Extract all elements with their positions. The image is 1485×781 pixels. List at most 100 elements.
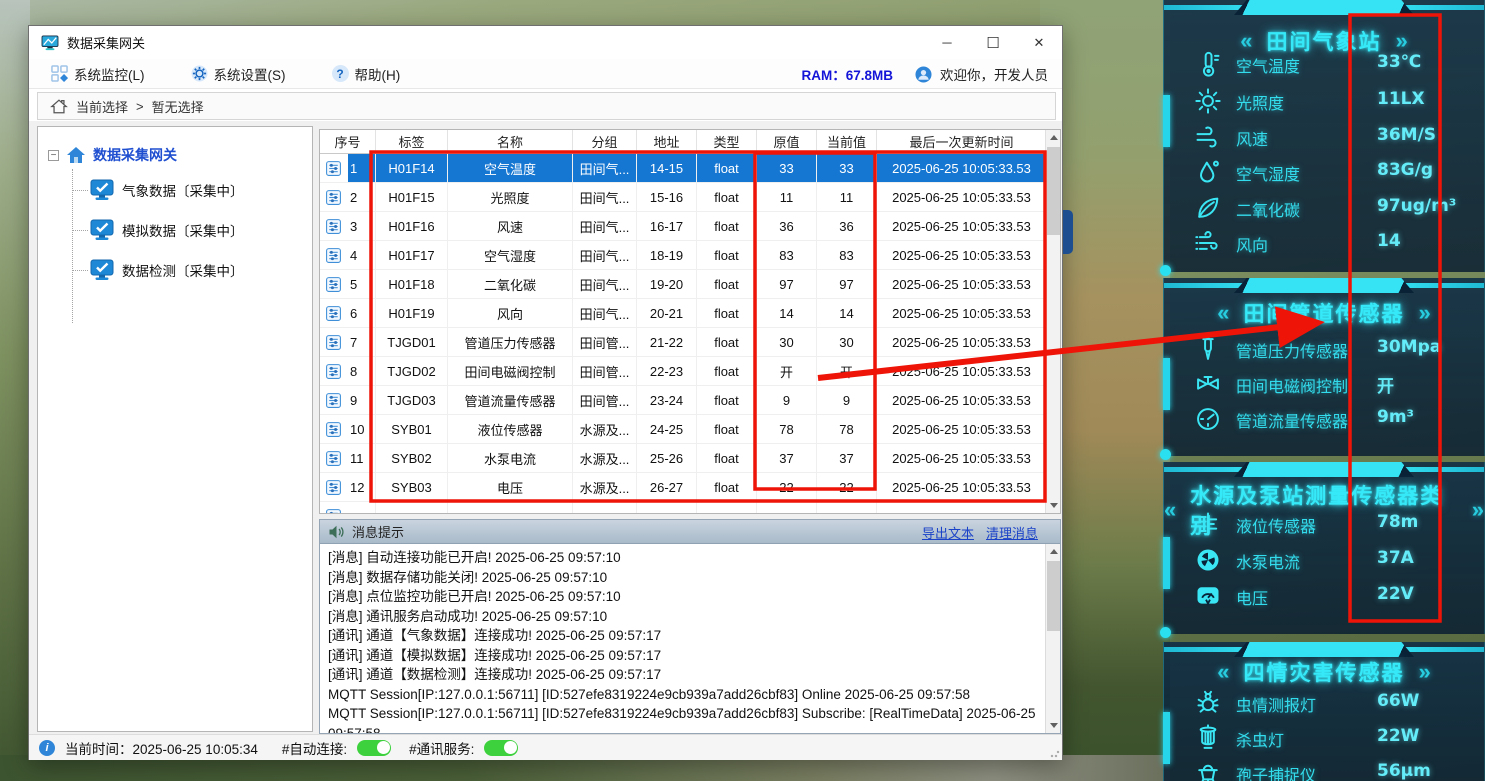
maximize-button[interactable]: ☐ (970, 26, 1016, 59)
col-header-original[interactable]: 原值 (757, 130, 817, 154)
tree-item-weather-data[interactable]: 气象数据〔采集中〕 (90, 179, 244, 201)
sensor-value: 22W (1377, 726, 1419, 746)
table-row[interactable]: 8TJGD02田间电磁阀控制田间管...22-23float开开2025-06-… (320, 357, 1047, 386)
point-icon (325, 363, 342, 380)
sensor-value: 9m³ (1377, 407, 1414, 427)
table-row[interactable]: 5H01F18二氧化碳田间气...19-20float97972025-06-2… (320, 270, 1047, 299)
section-title: 四情灾害传感器 (1244, 657, 1405, 687)
scroll-up-icon[interactable] (1046, 130, 1061, 145)
flow-meter-icon (1194, 405, 1222, 433)
scroll-up-icon[interactable] (1046, 544, 1061, 559)
table-scrollbar[interactable] (1045, 130, 1060, 513)
scrollbar-thumb[interactable] (1047, 561, 1060, 631)
table-row-partial[interactable] (320, 502, 1047, 514)
cell-curr: 37 (817, 444, 877, 473)
titlebar[interactable]: 数据采集网关 ─ ☐ ✕ (29, 26, 1062, 59)
speaker-icon (328, 525, 346, 539)
sensor-item: 风速36M/S (1164, 122, 1484, 152)
table-row[interactable]: 11SYB02水泵电流水源及...25-26float37372025-06-2… (320, 444, 1047, 473)
channel-monitor-icon (90, 179, 114, 201)
scroll-down-icon[interactable] (1046, 498, 1061, 513)
chevron-left-icon[interactable]: « (1217, 659, 1229, 685)
cell-time: 2025-06-25 10:05:33.53 (877, 183, 1047, 212)
table-row[interactable]: 3H01F16风速田间气...16-17float36362025-06-25 … (320, 212, 1047, 241)
point-icon (325, 218, 342, 235)
sensor-label: 水泵电流 (1236, 549, 1300, 573)
table-row[interactable]: 9TJGD03管道流量传感器田间管...23-24float992025-06-… (320, 386, 1047, 415)
section-title: 田间管道传感器 (1244, 298, 1405, 328)
row-index: 4 (350, 248, 357, 263)
col-header-type[interactable]: 类型 (697, 130, 757, 154)
breadcrumb-selection: 暂无选择 (152, 97, 204, 116)
menu-system-settings[interactable]: 系统设置(S) (185, 61, 292, 87)
chevron-right-icon[interactable]: » (1419, 300, 1431, 326)
table-row[interactable]: 2H01F15光照度田间气...15-16float11112025-06-25… (320, 183, 1047, 212)
minimize-button[interactable]: ─ (924, 26, 970, 59)
cell-group: 田间管... (573, 328, 637, 357)
sensor-value: 30Mpa (1377, 337, 1441, 357)
table-row[interactable]: 1H01F14空气温度田间气...14-15float33332025-06-2… (320, 154, 1047, 183)
tree-root-gateway[interactable]: − 数据采集网关 (48, 145, 177, 165)
scroll-down-icon[interactable] (1046, 718, 1061, 733)
clear-messages-link[interactable]: 清理消息 (986, 523, 1038, 542)
sensor-item: 虫情测报灯66W (1164, 688, 1484, 718)
table-row[interactable]: 7TJGD01管道压力传感器田间管...21-22float30302025-0… (320, 328, 1047, 357)
sensor-value: 11LX (1377, 89, 1425, 109)
col-header-group[interactable]: 分组 (573, 130, 637, 154)
table-row[interactable]: 12SYB03电压水源及...26-27float22222025-06-25 … (320, 473, 1047, 502)
scrollbar-thumb[interactable] (1047, 147, 1060, 235)
cell-name: 电压 (448, 473, 573, 502)
comm-service-toggle[interactable] (484, 740, 518, 756)
close-button[interactable]: ✕ (1016, 26, 1062, 59)
tree-expander-icon[interactable]: − (48, 150, 59, 161)
sensor-value: 97ug/m³ (1377, 196, 1456, 216)
menu-system-monitor[interactable]: 系统监控(L) (45, 61, 151, 87)
cell-time: 2025-06-25 10:05:33.53 (877, 299, 1047, 328)
cell-addr: 23-24 (637, 386, 697, 415)
tree-item-label: 气象数据〔采集中〕 (122, 180, 244, 200)
export-text-link[interactable]: 导出文本 (922, 523, 974, 542)
table-row[interactable]: 6H01F19风向田间气...20-21float14142025-06-25 … (320, 299, 1047, 328)
message-scrollbar[interactable] (1045, 544, 1060, 733)
monitor-grid-icon (51, 65, 68, 82)
sensor-label: 风向 (1236, 232, 1268, 256)
cell-orig: 83 (757, 241, 817, 270)
sensor-value: 66W (1377, 691, 1419, 711)
col-header-name[interactable]: 名称 (448, 130, 573, 154)
home-icon[interactable] (50, 98, 68, 115)
chevron-right-icon[interactable]: » (1419, 659, 1431, 685)
sensor-item: 光照度11LX (1164, 86, 1484, 116)
gear-icon (191, 65, 208, 82)
menu-help[interactable]: ? 帮助(H) (326, 61, 407, 87)
cell-addr: 26-27 (637, 473, 697, 502)
section-corner-dot (1160, 449, 1171, 460)
table-row[interactable]: 10SYB01液位传感器水源及...24-25float78782025-06-… (320, 415, 1047, 444)
cell-tag: H01F16 (376, 212, 448, 241)
window-side-tab[interactable] (1063, 210, 1073, 254)
cell-name: 光照度 (448, 183, 573, 212)
sensor-value: 83G/g (1377, 160, 1433, 180)
cell-curr: 36 (817, 212, 877, 241)
comm-service-label: #通讯服务: (409, 738, 474, 758)
cell-name: 液位传感器 (448, 415, 573, 444)
resize-grip[interactable] (1050, 748, 1060, 758)
col-header-tag[interactable]: 标签 (376, 130, 448, 154)
sensor-value: 33℃ (1377, 52, 1421, 72)
col-header-address[interactable]: 地址 (637, 130, 697, 154)
table-row[interactable]: 4H01F17空气湿度田间气...18-19float83832025-06-2… (320, 241, 1047, 270)
cell-group: 水源及... (573, 444, 637, 473)
tree-item-simulated-data[interactable]: 模拟数据〔采集中〕 (90, 219, 244, 241)
sensor-label: 二氧化碳 (1236, 197, 1300, 221)
col-header-index[interactable]: 序号 (320, 130, 376, 154)
co2-leaf-icon (1194, 194, 1222, 222)
cell-addr: 14-15 (637, 154, 697, 183)
col-header-updated[interactable]: 最后一次更新时间 (877, 130, 1047, 154)
tree-item-data-detection[interactable]: 数据检测〔采集中〕 (90, 259, 244, 281)
point-icon (325, 276, 342, 293)
cell-group: 田间气... (573, 241, 637, 270)
col-header-current[interactable]: 当前值 (817, 130, 877, 154)
message-line: MQTT Session[IP:127.0.0.1:56711] [ID:527… (328, 685, 1037, 705)
chevron-left-icon[interactable]: « (1217, 300, 1229, 326)
cell-tag: SYB01 (376, 415, 448, 444)
auto-connect-toggle[interactable] (357, 740, 391, 756)
